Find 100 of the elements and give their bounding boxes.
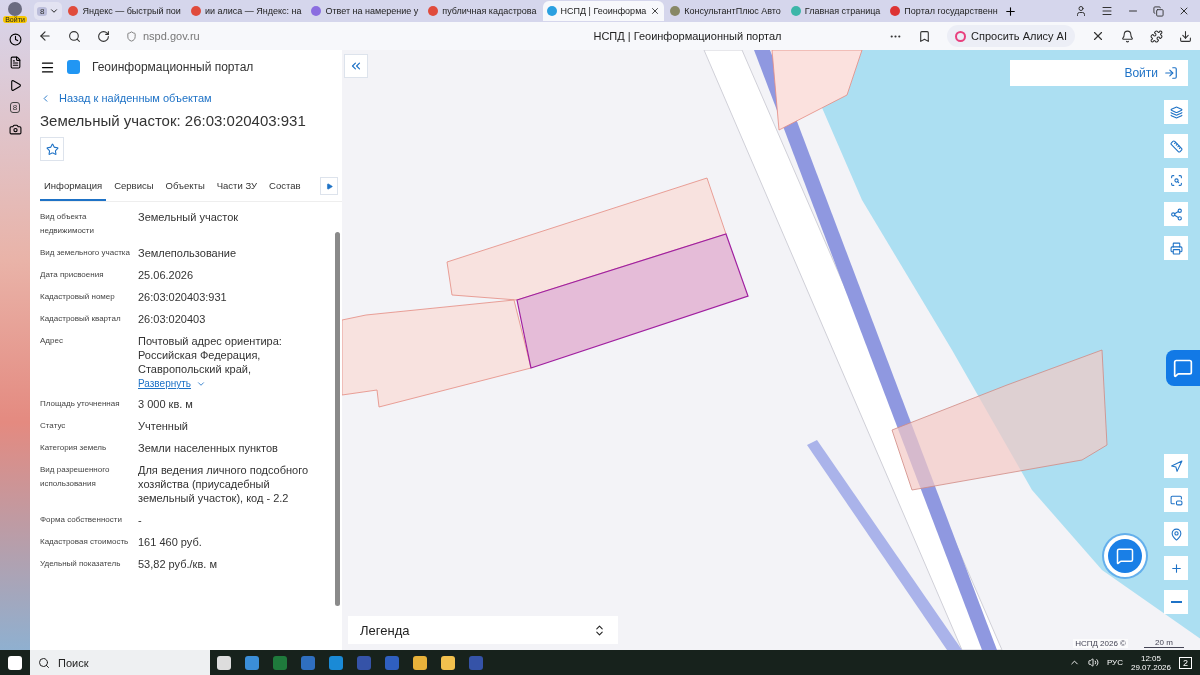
area-search-button[interactable] — [1164, 168, 1188, 192]
minimap-button[interactable] — [1164, 488, 1188, 512]
clock[interactable]: 12:05 29.07.2026 — [1130, 653, 1171, 672]
bookmark-icon[interactable] — [918, 29, 932, 43]
search-icon — [38, 656, 50, 669]
minus-icon — [1170, 601, 1182, 603]
plus-icon — [1169, 561, 1183, 575]
field-value: 26:03:020403 — [138, 312, 207, 326]
notification-count[interactable]: 2 — [1179, 656, 1192, 669]
favicon — [670, 6, 681, 16]
field-label: Кадастровый квартал — [40, 313, 122, 325]
field-label: Вид объекта недвижимости — [40, 211, 95, 237]
new-tab-icon[interactable] — [1003, 4, 1017, 18]
star-icon — [45, 142, 59, 156]
search-icon[interactable] — [68, 29, 81, 43]
browser-tab[interactable]: Яндекс — быстрый пои — [64, 1, 185, 21]
field-value: 161 460 руб. — [138, 535, 203, 549]
info-tab[interactable]: Состав — [265, 171, 305, 201]
favorite-button[interactable] — [40, 137, 64, 161]
tab-group-badge[interactable]: 8 — [9, 102, 21, 113]
taskbar-app-icon[interactable] — [441, 655, 455, 670]
zoom-out-button[interactable] — [1164, 590, 1188, 614]
user-icon[interactable] — [1075, 5, 1087, 17]
back-link[interactable]: Назад к найденным объектам — [40, 86, 342, 110]
logo-icon — [67, 60, 80, 74]
favicon — [546, 6, 557, 16]
share-button[interactable] — [1164, 202, 1188, 226]
menu-icon[interactable] — [40, 59, 55, 75]
field-value: 26:03:020403:931 — [138, 290, 228, 304]
close-icon[interactable] — [1178, 5, 1190, 17]
tab-group[interactable]: 8 — [34, 2, 63, 20]
chat-tab-button[interactable] — [1166, 350, 1200, 386]
printer-icon — [1169, 241, 1183, 255]
login-icon — [1164, 66, 1178, 80]
clock-icon[interactable] — [8, 33, 22, 46]
browser-tab[interactable]: Главная страница — [786, 1, 885, 21]
play-icon[interactable] — [8, 79, 22, 92]
ruler-button[interactable] — [1164, 134, 1188, 158]
address-field[interactable]: nspd.gov.ru — [126, 30, 426, 42]
ask-alice-button[interactable]: Спросить Алису AI — [947, 25, 1075, 47]
collapse-panel-button[interactable] — [344, 54, 368, 78]
field-label: Статус — [40, 420, 67, 432]
info-tab[interactable]: Сервисы — [110, 171, 158, 201]
pin-button[interactable] — [1164, 522, 1188, 546]
legend-dropdown[interactable]: Легенда — [348, 616, 618, 644]
attribution: НСПД 2026 © — [1073, 639, 1128, 648]
taskbar-search[interactable]: Поиск — [30, 650, 210, 675]
parcel-heading: Земельный участок: 26:03:020403:931 — [40, 112, 307, 129]
map[interactable]: Войти Легенда НСПД 2026 © 20 m — [342, 50, 1200, 650]
alice-icon — [955, 30, 967, 42]
browser-tab[interactable]: ии алиса — Яндекс: на — [186, 1, 306, 21]
double-chevron-icon — [349, 59, 363, 73]
field-value: Для ведения личного подсобного хозяйства (приусадебный земельный участок), код - 2.2 — [138, 463, 310, 505]
info-tab[interactable]: Информация — [40, 171, 107, 201]
field-label: Адрес — [40, 335, 64, 347]
map-pin-icon — [1169, 527, 1183, 541]
taskbar-app-icon[interactable] — [413, 655, 427, 670]
info-tab[interactable]: Части ЗУ — [212, 171, 262, 201]
info-tab[interactable]: Объекты — [161, 171, 209, 201]
field-value: Земельный участок — [138, 210, 240, 224]
print-button[interactable] — [1164, 236, 1188, 260]
field-label: Удельный показатель — [40, 558, 122, 570]
restore-icon[interactable] — [1153, 5, 1164, 17]
field-value: 53,82 руб./кв. м — [138, 557, 218, 571]
browser-tab[interactable]: публичная кадастрова — [424, 1, 541, 21]
field-label: Площадь уточненная — [40, 398, 121, 410]
volume-icon[interactable] — [1087, 657, 1099, 668]
field-value: Земли населенных пунктов — [138, 441, 279, 455]
avatar[interactable] — [8, 2, 22, 16]
page-title: НСПД | Геоинформационный портал — [592, 30, 783, 42]
zoom-in-button[interactable] — [1164, 556, 1188, 580]
browser-tab[interactable]: Ответ на намерение у — [307, 1, 423, 21]
picture-in-picture-icon — [1169, 493, 1183, 507]
language-indicator[interactable]: РУС — [1106, 658, 1123, 667]
scroll-tabs-button[interactable] — [320, 177, 338, 195]
ruler-icon — [1169, 139, 1183, 153]
reload-icon[interactable] — [97, 29, 110, 43]
back-icon[interactable] — [38, 29, 52, 43]
download-icon[interactable] — [1179, 29, 1192, 43]
notification-icon[interactable] — [1121, 29, 1134, 43]
browser-tab[interactable]: Портал государственн — [886, 1, 1002, 21]
scan-search-icon — [1169, 173, 1183, 187]
login-button[interactable]: Войти — [1010, 60, 1188, 86]
menu-icon[interactable] — [1101, 5, 1113, 17]
favicon — [311, 6, 322, 16]
expand-link[interactable]: Развернуть — [138, 378, 332, 389]
close-icon[interactable] — [650, 6, 661, 16]
field-value: Землепользование — [138, 246, 238, 260]
taskbar-app-icon[interactable] — [217, 655, 231, 670]
locate-button[interactable] — [1164, 454, 1188, 478]
notes-icon[interactable] — [8, 56, 22, 69]
up-down-icon — [593, 623, 606, 637]
camera-icon[interactable] — [8, 123, 22, 136]
speech-bubble-icon — [1173, 358, 1193, 378]
browser-tab[interactable]: КонсультантПлюс Авто — [666, 1, 785, 21]
favicon — [428, 6, 439, 16]
layers-icon — [1169, 105, 1183, 119]
browser-tab[interactable]: НСПД | Геоинформа — [542, 1, 665, 21]
extensions-icon[interactable] — [1150, 29, 1163, 43]
layers-button[interactable] — [1164, 100, 1188, 124]
